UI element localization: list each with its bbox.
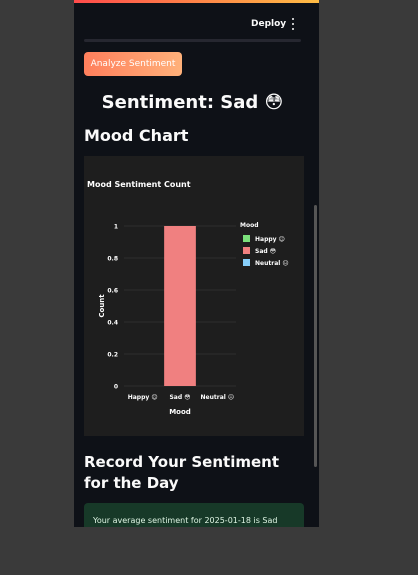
y-tick-label: 0.2: [107, 352, 118, 359]
x-tick-label: Happy 😊: [128, 394, 158, 401]
average-sentiment-message: Your average sentiment for 2025-01-18 is…: [93, 516, 278, 525]
app-window: Deploy Analyze Sentiment Sentiment: Sad …: [74, 0, 319, 527]
analyze-sentiment-button[interactable]: Analyze Sentiment: [84, 52, 182, 76]
success-alert: Your average sentiment for 2025-01-18 is…: [84, 503, 304, 527]
chart-title: Mood Sentiment Count: [87, 180, 191, 189]
header: Deploy: [74, 3, 319, 37]
legend-title: Mood: [240, 222, 259, 229]
legend-swatch-1: [243, 247, 250, 254]
y-tick-label: 0: [114, 384, 118, 391]
legend-swatch-0: [243, 235, 250, 242]
bar-1: [164, 226, 196, 386]
y-tick-label: 0.6: [107, 288, 118, 295]
legend-label: Happy 😊: [255, 236, 285, 243]
sentiment-result-title: Sentiment: Sad 😳: [101, 92, 284, 113]
legend-label: Neutral 😐: [255, 260, 289, 267]
x-tick-label: Sad 😳: [169, 394, 190, 401]
kebab-menu-icon[interactable]: [290, 18, 296, 30]
x-tick-label: Neutral 😐: [201, 394, 235, 401]
y-axis-label: Count: [98, 294, 106, 318]
x-axis-label: Mood: [169, 408, 191, 416]
legend-swatch-2: [243, 259, 250, 266]
y-tick-label: 0.8: [107, 256, 118, 263]
y-tick-label: 0.4: [107, 320, 118, 327]
mood-chart-svg: Mood Sentiment Count 0 0.2 0.4 0.6 0.8 1 Count H…: [87, 180, 289, 416]
mood-chart-heading: Mood Chart: [84, 126, 189, 145]
y-tick-label: 1: [114, 224, 118, 231]
scrollbar[interactable]: [314, 205, 317, 467]
mood-chart: Mood Sentiment Count 0 0.2 0.4 0.6 0.8 1 Count H…: [84, 156, 304, 436]
deploy-button[interactable]: Deploy: [251, 19, 286, 29]
legend-label: Sad 😳: [255, 248, 276, 255]
divider: [84, 39, 301, 42]
record-sentiment-heading: Record Your Sentiment for the Day: [84, 453, 279, 492]
